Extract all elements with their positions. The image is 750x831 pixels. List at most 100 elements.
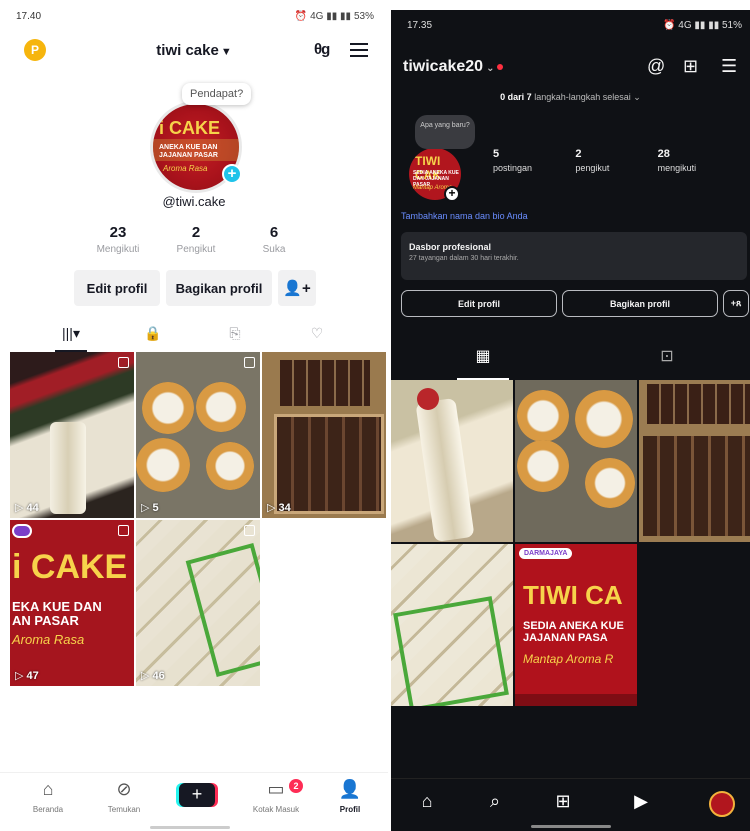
instagram-profile-screen: 17.35 ⏰ 4G ▮▮ ▮▮ 51% tiwicake20 ⌄ @ ⊞ ☰ 0…	[391, 10, 750, 831]
account-switcher[interactable]: tiwi cake ▼	[0, 42, 388, 59]
view-count: 5	[152, 502, 159, 514]
chevron-down-icon: ▼	[220, 46, 232, 58]
tab-videos-icon[interactable]: |||▾	[51, 318, 91, 352]
tab-favorites-icon[interactable]: ⎘	[215, 318, 255, 352]
screenshot-composite: 17.40 ⏰ 4G ▮▮ ▮▮ 53% P tiwi cake ▼ θg Pen…	[0, 0, 750, 831]
nav-profile[interactable]: 👤 Profil	[320, 779, 380, 814]
setup-progress[interactable]: 0 dari 7 langkah-langkah selesai ⌄	[391, 92, 750, 103]
avatar-logo-sub: ANEKA KUE DAN JAJANAN PASAR	[159, 144, 218, 159]
create-icon[interactable]: ⊞	[543, 791, 583, 812]
play-icon: ▷	[141, 670, 153, 682]
profile-tabs: ▦ ⊡	[391, 340, 750, 380]
profile-tabs: |||▾ 🔒 ⎘ ♡	[0, 318, 388, 352]
play-icon: ▷	[141, 502, 153, 514]
profile-header: P tiwi cake ▼ θg	[0, 38, 388, 68]
notification-dot	[497, 63, 504, 70]
pinned-icon	[118, 525, 129, 536]
status-time: 17.40	[16, 10, 42, 22]
battery-level: 51%	[721, 20, 742, 31]
professional-dashboard[interactable]: Dasbor profesional 27 tayangan dalam 30 …	[401, 232, 747, 280]
search-icon[interactable]: ⌕	[475, 791, 515, 812]
home-icon: ⌂	[42, 779, 54, 799]
create-button[interactable]: +	[179, 783, 215, 807]
post-thumbnail[interactable]	[639, 380, 750, 542]
share-profile-button[interactable]: Bagikan profil	[562, 290, 718, 317]
home-indicator	[531, 825, 611, 828]
view-count: 46	[152, 670, 165, 682]
status-bar: 17.40 ⏰ 4G ▮▮ ▮▮ 53%	[16, 8, 374, 24]
add-avatar-icon[interactable]: +	[222, 164, 242, 184]
video-thumbnail[interactable]: ▷ 44	[10, 352, 134, 518]
stat-likes[interactable]: 6 Suka	[242, 224, 306, 255]
pinned-icon	[244, 525, 255, 536]
video-thumbnail[interactable]: i CAKE EKA KUE DAN AN PASAR Aroma Rasa ▷…	[10, 520, 134, 686]
profile-actions: Edit profil Bagikan profil +ጸ	[401, 290, 749, 317]
profile-header: tiwicake20 ⌄ @ ⊞ ☰	[403, 56, 740, 82]
battery-level: 53%	[353, 10, 374, 22]
bottom-nav: ⌂ ⌕ ⊞ ▶	[391, 778, 750, 831]
add-story-icon[interactable]: +	[444, 186, 460, 202]
tab-private-lock-icon[interactable]: 🔒	[133, 318, 173, 352]
nav-home[interactable]: ⌂ Beranda	[18, 779, 78, 814]
play-icon: ▷	[15, 502, 27, 514]
play-icon: ▷	[267, 502, 279, 514]
add-friend-icon[interactable]: 👤+	[278, 270, 316, 306]
menu-icon[interactable]	[350, 43, 368, 57]
discover-people-icon[interactable]: +ጸ	[723, 290, 749, 317]
tab-grid-icon[interactable]: ▦	[453, 340, 513, 380]
create-post-icon[interactable]: ⊞	[683, 56, 698, 77]
stat-following[interactable]: 28 mengikuti	[658, 148, 740, 173]
avatar-logo-title: i CAKE	[159, 118, 221, 138]
profile-views-icon[interactable]: θg	[314, 41, 330, 58]
status-bar: 17.35 ⏰ 4G ▮▮ ▮▮ 51%	[407, 20, 742, 36]
add-bio-link[interactable]: Tambahkan nama dan bio Anda	[401, 211, 528, 221]
post-thumbnail[interactable]: DARMAJAYA TIWI CA SEDIA ANEKA KUE JAJANA…	[515, 544, 637, 706]
edit-profile-button[interactable]: Edit profil	[401, 290, 557, 317]
play-icon: ▷	[15, 670, 27, 682]
stat-followers[interactable]: 2 Pengikut	[164, 224, 228, 255]
post-thumbnail[interactable]	[391, 544, 513, 706]
home-indicator	[150, 826, 230, 829]
note-bubble[interactable]: Apa yang baru?	[415, 115, 475, 149]
profile-stats: 5 postingan 2 pengikut 28 mengikuti	[493, 148, 740, 173]
reels-icon[interactable]: ▶	[621, 791, 661, 812]
tab-liked-icon[interactable]: ♡	[297, 318, 337, 352]
chevron-down-icon: ⌄	[486, 63, 495, 74]
compass-icon: ⊘	[116, 779, 132, 799]
dashboard-subtitle: 27 tayangan dalam 30 hari terakhir.	[409, 255, 519, 262]
video-grid: ▷ 44 ▷ 5 ▷ 34 i CAKE EKA KUE DAN AN PASA…	[10, 352, 388, 686]
post-thumbnail[interactable]	[515, 380, 637, 542]
avatar-logo-script: Aroma Rasa	[163, 164, 208, 173]
bottom-nav: ⌂ Beranda ⊘ Temukan + ▭ Kotak Masuk 2 👤 …	[0, 772, 388, 831]
inbox-badge: 2	[289, 779, 303, 793]
post-grid: DARMAJAYA TIWI CA SEDIA ANEKA KUE JAJANA…	[391, 380, 750, 706]
stat-following[interactable]: 23 Mengikuti	[86, 224, 150, 255]
dashboard-title: Dasbor profesional	[409, 242, 492, 252]
menu-icon[interactable]: ☰	[721, 56, 737, 77]
pinned-icon	[118, 357, 129, 368]
stat-posts[interactable]: 5 postingan	[493, 148, 575, 173]
profile-icon: 👤	[338, 779, 362, 799]
username: tiwicake20	[403, 58, 484, 75]
video-thumbnail[interactable]: ▷ 5	[136, 352, 260, 518]
video-thumbnail[interactable]: ▷ 46	[136, 520, 260, 686]
profile-actions: Edit profil Bagikan profil 👤+	[74, 270, 316, 306]
profile-avatar-icon[interactable]	[709, 791, 735, 817]
nav-discover[interactable]: ⊘ Temukan	[94, 779, 154, 814]
video-thumbnail[interactable]: ▷ 34	[262, 352, 386, 518]
threads-icon[interactable]: @	[647, 56, 665, 77]
tiktok-profile-screen: 17.40 ⏰ 4G ▮▮ ▮▮ 53% P tiwi cake ▼ θg Pen…	[0, 0, 388, 831]
view-count: 34	[278, 502, 291, 514]
view-count: 44	[26, 502, 39, 514]
post-thumbnail[interactable]	[391, 380, 513, 542]
tab-tagged-icon[interactable]: ⊡	[637, 340, 697, 380]
note-bubble[interactable]: Pendapat?	[182, 83, 252, 105]
pinned-icon	[244, 357, 255, 368]
edit-profile-button[interactable]: Edit profil	[74, 270, 160, 306]
stat-followers[interactable]: 2 pengikut	[575, 148, 657, 173]
share-profile-button[interactable]: Bagikan profil	[166, 270, 272, 306]
post-tag: DARMAJAYA	[519, 548, 573, 559]
home-icon[interactable]: ⌂	[407, 791, 447, 812]
profile-stats: 23 Mengikuti 2 Pengikut 6 Suka	[86, 224, 306, 255]
account-switcher[interactable]: tiwicake20 ⌄	[403, 58, 504, 76]
